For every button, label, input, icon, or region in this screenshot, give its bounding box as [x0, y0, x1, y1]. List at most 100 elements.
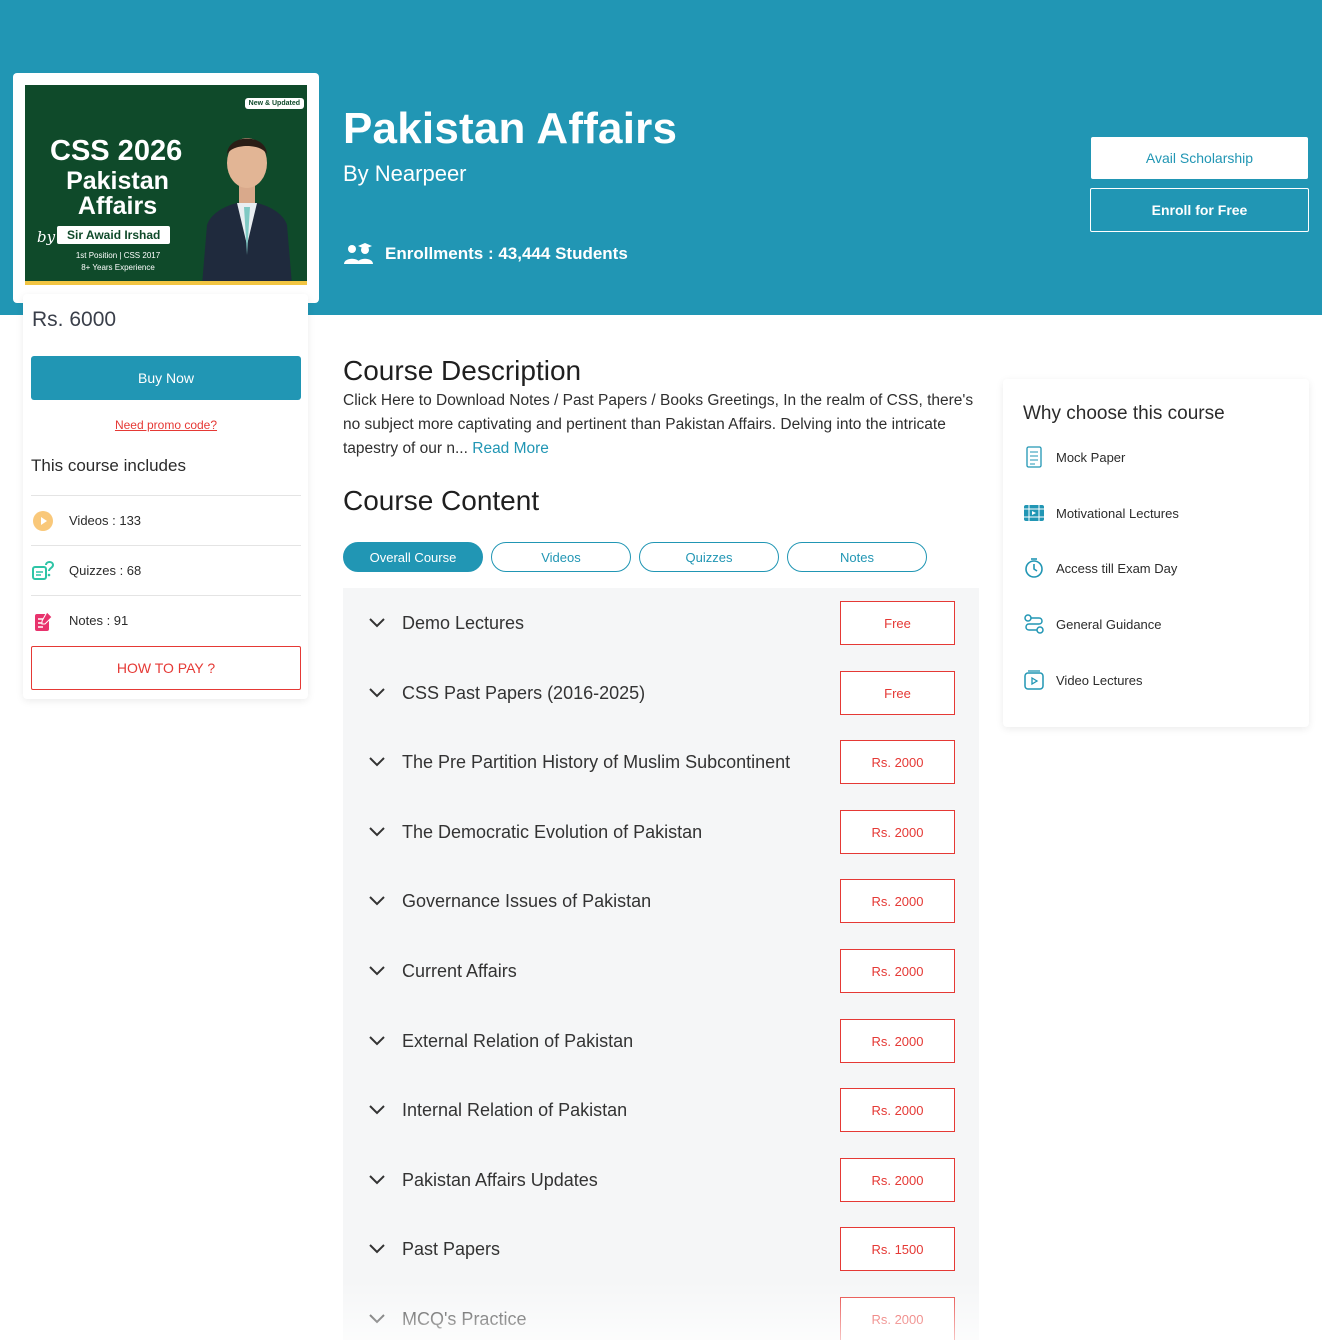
thumbnail-heading: CSS 2026 — [50, 135, 183, 167]
content-title: Course Content — [343, 485, 540, 516]
course-price: Rs. 6000 — [32, 308, 117, 331]
accordion-section[interactable]: Pakistan Affairs Updates Rs. 2000 — [343, 1145, 979, 1215]
section-label: CSS Past Papers (2016-2025) — [402, 682, 646, 703]
thumbnail-instructor: Sir Awaid Irshad — [57, 226, 171, 244]
accordion-section[interactable]: CSS Past Papers (2016-2025) Free — [343, 658, 979, 728]
chevron-down-icon — [369, 688, 385, 698]
include-videos: Videos : 133 — [31, 495, 301, 545]
read-more-link[interactable]: Read More — [472, 440, 549, 457]
accordion-section[interactable]: Past Papers Rs. 1500 — [343, 1214, 979, 1284]
section-price-button[interactable]: Free — [840, 671, 955, 715]
include-label: Quizzes : 68 — [69, 563, 142, 578]
thumbnail-accent-bar — [25, 281, 307, 285]
why-item-label: Access till Exam Day — [1056, 560, 1178, 576]
enrollment-text: Enrollments : 43,444 Students — [385, 244, 628, 263]
route-icon — [1024, 614, 1044, 634]
include-quizzes: Quizzes : 68 — [31, 545, 301, 595]
thumbnail-subject: Pakistan Affairs — [66, 167, 169, 220]
why-item-label: General Guidance — [1056, 616, 1162, 632]
accordion-section[interactable]: The Democratic Evolution of Pakistan Rs.… — [343, 797, 979, 867]
section-label: Governance Issues of Pakistan — [402, 890, 652, 911]
include-notes: Notes : 91 — [31, 595, 301, 645]
section-label: Pakistan Affairs Updates — [402, 1169, 598, 1190]
thumbnail-detail-1: 1st Position | CSS 2017 — [75, 251, 161, 260]
why-item-video: Video Lectures — [1023, 669, 1143, 691]
chevron-down-icon — [369, 618, 385, 628]
avail-scholarship-button[interactable]: Avail Scholarship — [1091, 137, 1308, 179]
chevron-down-icon — [369, 1244, 385, 1254]
tab-notes[interactable]: Notes — [787, 542, 927, 572]
course-thumbnail: New & Updated CSS 2026 Pakistan Affairs … — [25, 85, 307, 285]
why-choose-title: Why choose this course — [1023, 403, 1225, 424]
new-updated-tag: New & Updated — [244, 98, 304, 109]
section-price-button[interactable]: Rs. 2000 — [840, 879, 955, 923]
enrollment-count: Enrollments : 43,444 Students — [343, 242, 628, 266]
includes-title: This course includes — [31, 456, 186, 475]
accordion-section[interactable]: Demo Lectures Free — [343, 588, 979, 658]
section-price-button[interactable]: Rs. 2000 — [840, 1019, 955, 1063]
accordion-section[interactable]: Current Affairs Rs. 2000 — [343, 936, 979, 1006]
accordion-section[interactable]: The Pre Partition History of Muslim Subc… — [343, 727, 979, 797]
buy-now-button[interactable]: Buy Now — [31, 356, 301, 400]
section-label: Past Papers — [402, 1238, 501, 1259]
why-item-label: Motivational Lectures — [1056, 505, 1179, 521]
timer-icon — [1025, 558, 1043, 578]
content-tabs: Overall Course Videos Quizzes Notes — [343, 542, 927, 572]
film-icon — [1024, 505, 1044, 521]
section-price-button[interactable]: Rs. 2000 — [840, 740, 955, 784]
play-icon — [31, 509, 55, 533]
chevron-down-icon — [369, 757, 385, 767]
accordion-section[interactable]: Governance Issues of Pakistan Rs. 2000 — [343, 866, 979, 936]
section-label: MCQ's Practice — [402, 1308, 527, 1329]
section-label: The Pre Partition History of Muslim Subc… — [402, 751, 791, 772]
tab-videos[interactable]: Videos — [491, 542, 631, 572]
how-to-pay-button[interactable]: HOW TO PAY ? — [31, 646, 301, 690]
chevron-down-icon — [369, 896, 385, 906]
why-item-mock-paper: Mock Paper — [1023, 446, 1125, 468]
why-item-guidance: General Guidance — [1023, 613, 1162, 635]
include-label: Notes : 91 — [69, 613, 129, 628]
promo-code-link[interactable]: Need promo code? — [31, 418, 301, 432]
students-icon — [344, 243, 373, 264]
course-description: Click Here to Download Notes / Past Pape… — [343, 389, 983, 461]
chevron-down-icon — [369, 1314, 385, 1324]
section-label: Demo Lectures — [402, 612, 525, 633]
accordion-section[interactable]: External Relation of Pakistan Rs. 2000 — [343, 1006, 979, 1076]
chevron-down-icon — [369, 966, 385, 976]
section-price-button[interactable]: Rs. 2000 — [840, 949, 955, 993]
description-text: Click Here to Download Notes / Past Pape… — [343, 392, 974, 457]
why-item-access: Access till Exam Day — [1023, 557, 1177, 579]
thumbnail-detail-2: 8+ Years Experience — [81, 263, 155, 272]
section-price-button[interactable]: Rs. 1500 — [840, 1227, 955, 1271]
chevron-down-icon — [369, 1175, 385, 1185]
accordion-section[interactable]: Internal Relation of Pakistan Rs. 2000 — [343, 1075, 979, 1145]
chevron-down-icon — [369, 827, 385, 837]
chevron-down-icon — [369, 1105, 385, 1115]
section-label: The Democratic Evolution of Pakistan — [402, 821, 703, 842]
section-label: Internal Relation of Pakistan — [402, 1099, 628, 1120]
description-title: Course Description — [343, 355, 582, 386]
course-content-accordion: Demo Lectures Free CSS Past Papers (2016… — [343, 588, 979, 1340]
section-price-button[interactable]: Free — [840, 601, 955, 645]
thumbnail-details: 1st Position | CSS 2017 8+ Years Experie… — [63, 250, 173, 274]
section-price-button[interactable]: Rs. 2000 — [840, 1088, 955, 1132]
video-icon — [1024, 670, 1044, 690]
enroll-free-button[interactable]: Enroll for Free — [1090, 188, 1309, 232]
notes-icon — [31, 609, 55, 633]
document-icon — [1026, 446, 1042, 468]
section-price-button[interactable]: Rs. 2000 — [840, 810, 955, 854]
chevron-down-icon — [369, 1036, 385, 1046]
section-price-button[interactable]: Rs. 2000 — [840, 1297, 955, 1340]
tab-overall-course[interactable]: Overall Course — [343, 542, 483, 572]
include-label: Videos : 133 — [69, 513, 142, 528]
why-item-motivational: Motivational Lectures — [1023, 502, 1179, 524]
course-author: By Nearpeer — [343, 161, 467, 186]
section-label: External Relation of Pakistan — [402, 1030, 634, 1051]
tab-quizzes[interactable]: Quizzes — [639, 542, 779, 572]
instructor-photo — [202, 138, 292, 285]
quiz-icon — [31, 559, 55, 583]
course-title: Pakistan Affairs — [343, 104, 678, 153]
section-price-button[interactable]: Rs. 2000 — [840, 1158, 955, 1202]
accordion-section[interactable]: MCQ's Practice Rs. 2000 — [343, 1284, 979, 1340]
thumbnail-by: by — [37, 228, 56, 246]
